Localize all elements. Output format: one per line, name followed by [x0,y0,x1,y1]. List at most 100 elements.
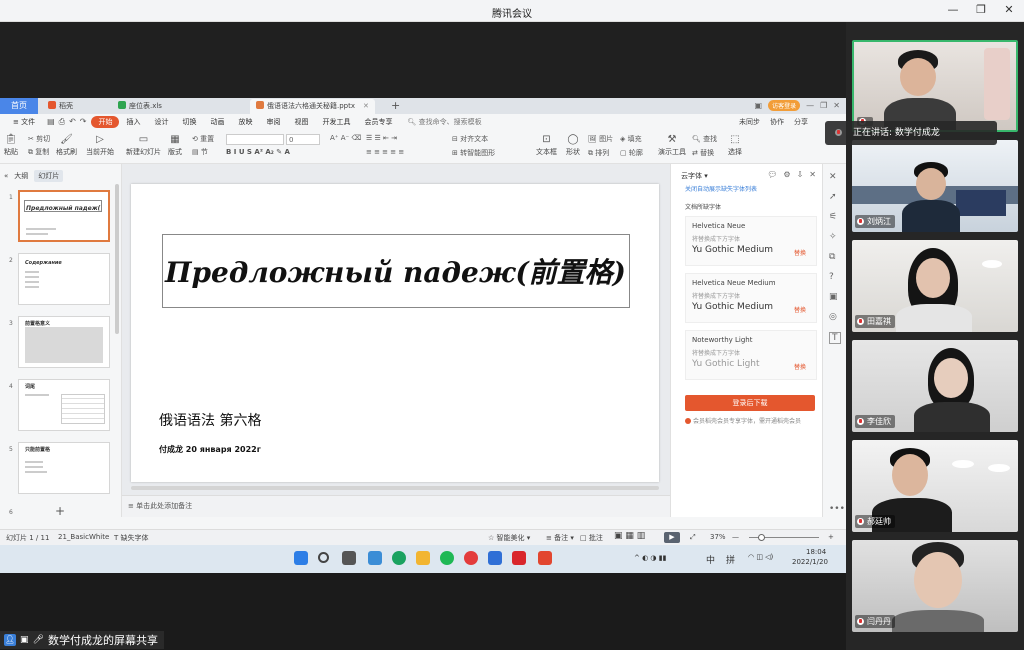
slide-thumbnail[interactable]: 词尾 [18,379,110,431]
shape-button[interactable]: ◯ 形状 [566,134,580,157]
tab-slides[interactable]: 幻灯片 [34,170,64,182]
menu-slideshow[interactable]: 放映 [231,117,259,127]
menu-file[interactable]: ≡ 文件 [6,117,42,127]
settings-sliders-icon[interactable]: ⚟ [829,212,837,222]
new-slide-button[interactable]: ▭ 新建幻灯片 [126,134,161,157]
tencent-meeting-icon[interactable] [488,551,502,565]
section-button[interactable]: ▤ 节 [192,147,208,157]
find-button[interactable]: 🔍︎ 查找 [692,134,717,144]
font-size-input[interactable]: 0 [286,134,320,145]
windows-start-icon[interactable] [294,551,308,565]
tab-seating-xls[interactable]: 座位表.xls [112,99,168,114]
title-placeholder[interactable]: Предложный падеж(前置格) [162,234,630,308]
copy-button[interactable]: ⧉ 复制 [28,147,49,157]
maximize-button[interactable]: ❐ [974,3,988,16]
reset-button[interactable]: ⟲ 重置 [192,134,214,144]
login-download-button[interactable]: 登录后下载 [685,395,815,411]
zoom-in-button[interactable]: + [828,533,834,541]
fill-button[interactable]: ◈ 填充 [620,134,642,144]
search-icon[interactable] [318,552,329,563]
minimize-button[interactable]: — [946,3,960,16]
menu-design[interactable]: 设计 [147,117,175,127]
redo-icon[interactable]: ↷ [80,117,87,127]
text-format-buttons[interactable]: B I U S A² A₂ ✎ A [226,148,290,156]
view-mode-icons[interactable]: ▣ ▦ ▥ [614,531,645,541]
replace-font-button[interactable]: 替换 [794,248,806,257]
close-button[interactable]: ✕ [1002,3,1016,16]
replace-button[interactable]: ⇄ 替换 [692,148,714,158]
slide-thumbnail[interactable]: 只能前置格 [18,442,110,494]
font-family-input[interactable] [226,134,284,145]
tab-home[interactable]: 首页 [0,98,38,114]
cut-button[interactable]: ✂ 剪切 [28,134,50,144]
gear-icon[interactable]: ⚙ [783,170,790,179]
menu-member[interactable]: 会员专享 [357,117,399,127]
music-app-icon[interactable] [464,551,478,565]
comments-toggle[interactable]: □ 批注 [580,533,603,543]
menu-home[interactable]: 开始 [91,116,120,128]
sync-status[interactable]: 未同步 [739,117,760,127]
collapse-panel-icon[interactable]: « [4,172,8,180]
convert-smartart-button[interactable]: ⊞ 转智能图形 [452,148,495,158]
close-icon[interactable]: ✕ [833,101,840,110]
align-text-button[interactable]: ⊟ 对齐文本 [452,134,488,144]
ime-indicator[interactable]: 中 [706,553,715,566]
chat-icon[interactable]: 💬︎ [767,170,777,179]
smart-beautify-button[interactable]: ☆ 智能美化 ▾ [488,533,530,543]
list-icon[interactable]: ☰ ☰ ⇤ ⇥ [366,134,397,142]
widgets-icon[interactable] [368,551,382,565]
notes-toggle[interactable]: ≡ 备注 ▾ [546,533,574,543]
print-icon[interactable]: ⎙ [59,117,65,127]
zoom-out-button[interactable]: — [732,533,739,541]
text-font-icon[interactable]: T [829,332,841,344]
menu-transition[interactable]: 切换 [175,117,203,127]
slide-thumbnail[interactable]: Содержание [18,253,110,305]
new-tab-button[interactable]: + [391,99,400,112]
command-search[interactable]: 🔍︎ 查找命令、搜索模板 [399,117,481,127]
pdf-app-icon[interactable] [512,551,526,565]
zoom-slider-knob[interactable] [758,534,765,541]
share-button[interactable]: 分享 [794,117,808,127]
window-switch-icon[interactable]: ▣ [755,101,763,110]
notes-area[interactable]: ≡ 单击此处添加备注 [122,495,670,517]
layout-button[interactable]: ▦ 版式 [168,134,182,157]
participant-video[interactable]: 李佳欣 [852,340,1018,432]
network-icon[interactable]: ◠ ◫ ◁) [748,553,773,561]
menu-view[interactable]: 视图 [287,117,315,127]
task-view-icon[interactable] [342,551,356,565]
close-icon[interactable]: ✕ [809,170,816,179]
play-current-button[interactable]: ▷ 当前开始 [86,134,114,157]
arrange-button[interactable]: ⧉ 排列 [588,148,609,158]
panel-scrollbar[interactable] [115,184,119,334]
picture-button[interactable]: 🖼︎ 图片 [588,134,613,144]
wps-app-icon[interactable] [538,551,552,565]
slide-thumbnail[interactable]: Предложный падеж(前置格) [18,190,110,242]
slide-canvas[interactable]: Предложный падеж(前置格) 俄语语法 第六格 付成龙 20 ян… [131,184,659,482]
tray-icons[interactable]: ^ ◐ ◑ ▮▮ [634,554,666,562]
edge-browser-icon[interactable] [392,551,406,565]
participant-video[interactable]: 郝廷帅 [852,440,1018,532]
presentation-tools-button[interactable]: ⚒ 演示工具 [658,134,686,157]
minimize-icon[interactable]: — [806,101,814,110]
tab-pptx[interactable]: 俄语语法六格通关秘籍.pptx ✕ [250,99,375,114]
image-icon[interactable]: ▣ [829,292,838,302]
wechat-icon[interactable] [440,551,454,565]
replace-font-button[interactable]: 替换 [794,362,806,371]
fit-window-icon[interactable]: ⤢ [690,533,696,542]
ime-mode[interactable]: 拼 [726,553,735,566]
replace-font-button[interactable]: 替换 [794,305,806,314]
restore-icon[interactable]: ❐ [820,101,827,110]
menu-developer[interactable]: 开发工具 [315,117,357,127]
collaborate-button[interactable]: 协作 [770,117,784,127]
copy-icon[interactable]: ⧉ [829,252,835,262]
menu-animation[interactable]: 动画 [203,117,231,127]
file-explorer-icon[interactable] [416,551,430,565]
close-icon[interactable]: ✕ [829,172,837,182]
undo-icon[interactable]: ↶ [69,117,76,127]
tab-outline[interactable]: 大纲 [14,171,28,181]
rocket-icon[interactable]: ➚ [829,192,837,202]
format-painter-button[interactable]: 🖌︎ 格式刷 [56,134,77,157]
missing-fonts-status[interactable]: T 缺失字体 [114,533,149,543]
close-tab-icon[interactable]: ✕ [363,102,369,110]
animation-icon[interactable]: ✧ [829,232,837,242]
